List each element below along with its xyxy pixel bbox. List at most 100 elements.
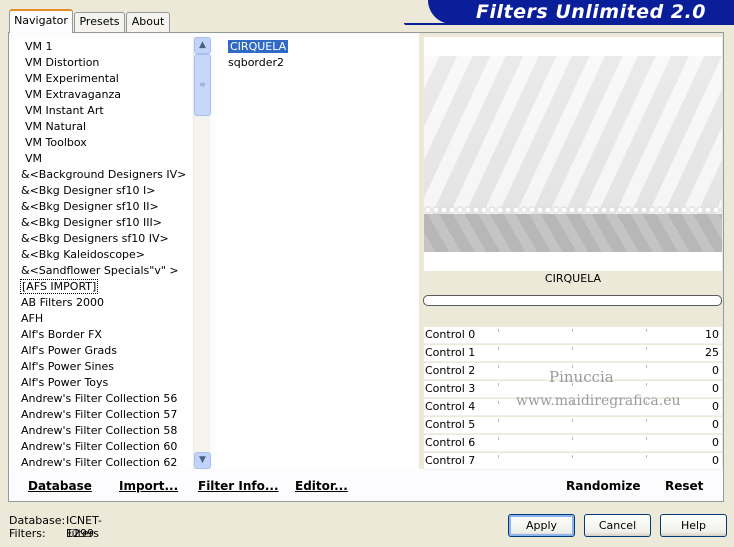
category-item[interactable]: Andrew's Filter Collection 60 [21,439,191,455]
slider-tick [572,347,573,350]
category-item[interactable]: Andrew's Filter Collection 57 [21,407,191,423]
slider-tick [646,329,647,332]
category-item[interactable]: VM Extravaganza [21,87,191,103]
category-item[interactable]: Alf's Power Toys [21,375,191,391]
control-slider-7[interactable]: Control 7 0 [424,453,722,470]
status-database-label: Database: [9,514,66,527]
category-item-label: &<Sandflower Specials"v" > [21,264,179,277]
preview-band [424,214,722,252]
editor-button[interactable]: Editor... [295,479,348,493]
category-item-label: &<Bkg Designer sf10 I> [21,184,156,197]
slider-tick [646,437,647,440]
import-button[interactable]: Import... [119,479,178,493]
category-scrollbar[interactable]: ▲ ≡ ▼ [193,37,211,469]
reset-button[interactable]: Reset [665,479,703,493]
slider-tick [646,365,647,368]
slider-tick [572,455,573,458]
control-value: 0 [712,418,719,431]
randomize-button[interactable]: Randomize [566,479,640,493]
category-item[interactable]: &<Bkg Designer sf10 III> [21,215,191,231]
slider-tick [646,455,647,458]
slider-tick [498,329,499,332]
category-item[interactable]: &<Bkg Designer sf10 I> [21,183,191,199]
app-banner: Filters Unlimited 2.0 [428,0,734,24]
category-item[interactable]: &<Bkg Designer sf10 II> [21,199,191,215]
category-item[interactable]: &<Background Designers IV> [21,167,191,183]
slider-tick [572,329,573,332]
category-item-label: &<Bkg Designer sf10 II> [21,200,159,213]
category-item-label: VM Extravaganza [25,88,122,101]
category-item[interactable]: &<Bkg Kaleidoscope> [21,247,191,263]
category-item[interactable]: AB Filters 2000 [21,295,191,311]
control-label: Control 1 [425,346,476,359]
category-item-label: AFH [21,312,44,325]
control-slider-0[interactable]: Control 0 10 [424,327,722,344]
filter-item[interactable]: sqborder2 [228,55,416,71]
slider-tick [498,455,499,458]
filter-item-label: sqborder2 [228,56,285,69]
category-item-label: Alf's Power Grads [21,344,117,357]
watermark-url: www.maidiregrafica.eu [516,393,681,409]
slider-tick [646,383,647,386]
control-value: 0 [712,400,719,413]
category-item[interactable]: VM Experimental [21,71,191,87]
category-item-label: &<Bkg Kaleidoscope> [21,248,146,261]
control-value: 10 [705,328,719,341]
category-item-label: &<Background Designers IV> [21,168,187,181]
category-item-label: VM 1 [25,40,53,53]
category-item-label: Alf's Power Sines [21,360,114,373]
filter-preview-image [424,56,722,252]
category-item[interactable]: VM Toolbox [21,135,191,151]
slider-tick [572,419,573,422]
tab-navigator[interactable]: Navigator [9,9,73,33]
category-item[interactable]: Alf's Power Sines [21,359,191,375]
category-item-label: VM Experimental [25,72,119,85]
apply-button[interactable]: Apply [508,514,575,537]
filter-list[interactable]: CIRQUELA sqborder2 [215,37,417,469]
category-item[interactable]: AFH [21,311,191,327]
control-slider-1[interactable]: Control 1 25 [424,345,722,362]
filter-item[interactable]: CIRQUELA [228,39,416,55]
category-item-label: VM [25,152,43,165]
database-button[interactable]: Database [28,479,92,493]
banner-underline [404,23,734,25]
control-label: Control 6 [425,436,476,449]
category-item[interactable]: VM Natural [21,119,191,135]
category-list[interactable]: VM 1 VM Distortion VM Experimental VM Extra… [14,37,192,469]
tab-about[interactable]: About [126,12,170,32]
category-item[interactable]: [AFS IMPORT] [19,279,191,295]
category-item-label: VM Natural [25,120,87,133]
scroll-down-button[interactable]: ▼ [194,452,211,469]
filter-info-button[interactable]: Filter Info... [198,479,279,493]
control-slider-6[interactable]: Control 6 0 [424,435,722,452]
category-item[interactable]: Andrew's Filter Collection 56 [21,391,191,407]
scroll-thumb[interactable]: ≡ [194,54,211,116]
category-item-label: AB Filters 2000 [21,296,105,309]
control-value: 0 [712,364,719,377]
category-item[interactable]: VM [21,151,191,167]
help-button[interactable]: Help [660,514,727,537]
category-item[interactable]: VM Instant Art [21,103,191,119]
watermark-name: Pinuccia [549,368,614,386]
category-item[interactable]: VM 1 [21,39,191,55]
cancel-button[interactable]: Cancel [584,514,651,537]
status-filters-value: 1299 [66,527,94,540]
slider-tick [572,437,573,440]
preview-lace-border [424,206,722,214]
category-item[interactable]: Alf's Power Grads [21,343,191,359]
category-item-label: VM Instant Art [25,104,104,117]
category-item[interactable]: Andrew's Filter Collection 62 [21,455,191,468]
control-slider-5[interactable]: Control 5 0 [424,417,722,434]
category-item[interactable]: VM Distortion [21,55,191,71]
category-item-label: &<Bkg Designer sf10 III> [21,216,163,229]
category-item[interactable]: &<Bkg Designers sf10 IV> [21,231,191,247]
category-item[interactable]: Alf's Border FX [21,327,191,343]
slider-tick [498,383,499,386]
slider-tick [498,401,499,404]
tab-presets[interactable]: Presets [74,12,125,32]
slider-tick [646,419,647,422]
category-item[interactable]: &<Sandflower Specials"v" > [21,263,191,279]
category-item[interactable]: Andrew's Filter Collection 58 [21,423,191,439]
category-item-label: VM Distortion [25,56,100,69]
scroll-up-button[interactable]: ▲ [194,37,211,54]
